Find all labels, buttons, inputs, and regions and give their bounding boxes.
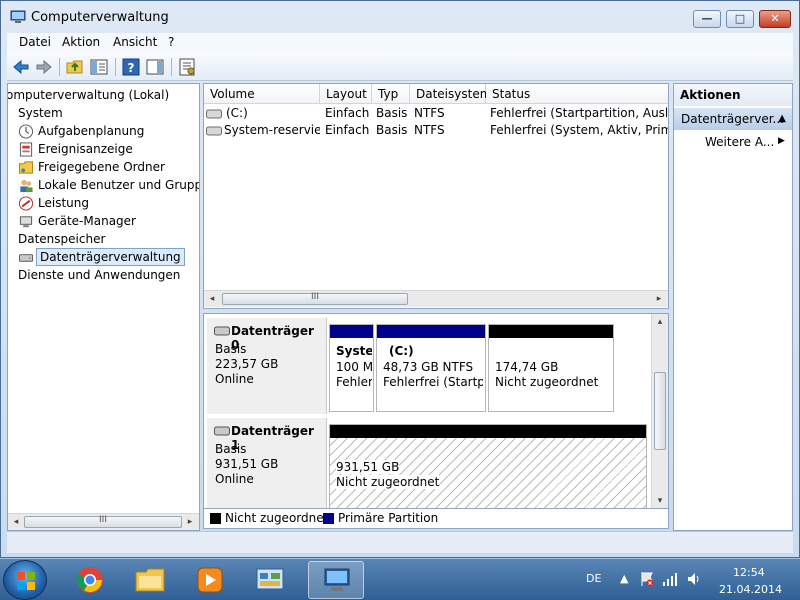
maximize-button[interactable]: □ <box>726 10 754 28</box>
computer-management-icon <box>324 568 350 591</box>
action-pane-icon[interactable] <box>145 57 165 77</box>
media-player-icon <box>197 567 223 593</box>
chrome-icon <box>76 567 103 593</box>
legend-swatch-unallocated <box>210 513 221 524</box>
legend: Nicht zugeordnet Primäre Partition <box>203 509 669 529</box>
navigation-tree[interactable]: omputerverwaltung (Lokal) System Aufgabe… <box>7 83 200 531</box>
volume-list-horizontal-scrollbar[interactable]: ◂ III ▸ <box>204 290 668 307</box>
svg-text:?: ? <box>128 61 135 75</box>
scroll-right-icon[interactable]: ▸ <box>185 517 195 527</box>
status-bar <box>7 531 793 553</box>
up-folder-icon[interactable] <box>65 57 85 77</box>
volume-list[interactable]: Volume Layout Typ Dateisystem Status (C:… <box>203 83 669 309</box>
volume-icon[interactable] <box>686 571 702 587</box>
drive-icon <box>206 109 222 119</box>
language-indicator[interactable]: DE <box>586 572 601 585</box>
column-header-volume[interactable]: Volume <box>204 84 320 104</box>
close-button[interactable]: ✕ <box>759 10 791 28</box>
network-icon[interactable] <box>662 571 678 587</box>
back-arrow-icon[interactable] <box>11 57 31 77</box>
toolbar-separator <box>115 58 116 76</box>
actions-pane: Aktionen Datenträgerver... ▲ Weitere A..… <box>673 83 793 531</box>
clock-date[interactable]: 21.04.2014 <box>719 583 782 596</box>
computer-management-icon <box>10 10 26 23</box>
legend-swatch-primary <box>323 513 334 524</box>
partition-bar <box>330 425 646 438</box>
toolbar-separator <box>59 58 60 76</box>
disk-map-vertical-scrollbar[interactable]: ▴ ▾ <box>651 314 668 508</box>
explorer-icon <box>135 568 165 592</box>
menu-aktion[interactable]: Aktion <box>62 35 100 49</box>
taskbar: DE ▲ 12:54 21.04.2014 <box>0 558 800 600</box>
scroll-left-icon[interactable]: ◂ <box>11 517 21 527</box>
tree-horizontal-scrollbar[interactable]: ◂ III ▸ <box>8 513 199 530</box>
event-viewer-icon <box>19 142 33 157</box>
taskbar-chrome[interactable] <box>62 561 118 599</box>
action-center-flag-icon[interactable] <box>640 571 654 587</box>
forward-arrow-icon[interactable] <box>34 57 54 77</box>
disk-0-label[interactable]: Datenträger 0 Basis 223,57 GB Online <box>207 318 327 414</box>
windows-logo-icon <box>17 572 35 590</box>
partition-unallocated-1[interactable]: 931,51 GB Nicht zugeordnet <box>329 424 647 508</box>
scroll-up-icon[interactable]: ▴ <box>655 317 665 327</box>
minimize-button[interactable]: — <box>693 10 721 28</box>
taskbar-media-player[interactable] <box>182 561 238 599</box>
disk-icon <box>214 326 230 336</box>
performance-icon <box>18 196 34 211</box>
control-panel-icon <box>256 568 284 590</box>
scroll-thumb[interactable]: III <box>24 515 182 528</box>
title-bar[interactable]: Computerverwaltung — □ ✕ <box>1 1 799 33</box>
scroll-thumb[interactable]: III <box>222 292 408 305</box>
partition-system-reserved[interactable]: Syste 100 M Fehler <box>329 324 374 412</box>
close-icon: ✕ <box>770 12 780 25</box>
partition-bar <box>377 325 485 338</box>
start-orb-icon[interactable] <box>3 560 47 600</box>
device-manager-icon <box>19 216 33 228</box>
show-hide-tree-icon[interactable] <box>89 57 109 77</box>
scroll-thumb[interactable] <box>654 372 666 450</box>
partition-bar <box>489 325 613 338</box>
shared-folder-icon <box>18 161 34 174</box>
submenu-arrow-icon: ▶ <box>778 136 785 146</box>
disk-management-icon <box>18 254 34 262</box>
partition-unallocated-0[interactable]: 174,74 GB Nicht zugeordnet <box>488 324 614 412</box>
more-actions-link[interactable]: Weitere A... <box>705 135 774 149</box>
menu-datei[interactable]: Datei <box>19 35 51 49</box>
partition-bar <box>330 325 373 338</box>
scroll-left-icon[interactable]: ◂ <box>207 294 217 304</box>
column-header-typ[interactable]: Typ <box>372 84 410 104</box>
disk-1-label[interactable]: Datenträger 1 Basis 931,51 GB Online <box>207 418 327 508</box>
partition-c[interactable]: (C:) 48,73 GB NTFS Fehlerfrei (Startpar <box>376 324 486 412</box>
column-header-status[interactable]: Status <box>486 84 668 104</box>
clock-icon <box>18 124 34 139</box>
menu-ansicht[interactable]: Ansicht <box>113 35 157 49</box>
disk-map[interactable]: Datenträger 0 Basis 223,57 GB Online Sys… <box>203 313 669 509</box>
taskbar-explorer[interactable] <box>122 561 178 599</box>
window-title: Computerverwaltung <box>31 10 169 25</box>
menu-help[interactable]: ? <box>168 35 174 49</box>
users-icon <box>20 179 33 193</box>
properties-icon[interactable] <box>177 57 197 77</box>
column-header-layout[interactable]: Layout <box>320 84 372 104</box>
menu-bar: Datei Aktion Ansicht ? <box>7 33 793 53</box>
taskbar-control-panel[interactable] <box>242 561 298 599</box>
help-icon[interactable]: ? <box>121 57 141 77</box>
scroll-down-icon[interactable]: ▾ <box>655 496 665 506</box>
computer-management-window: Computerverwaltung — □ ✕ Datei Aktion An… <box>0 0 800 558</box>
show-hidden-icons-icon[interactable]: ▲ <box>620 572 628 585</box>
actions-header: Aktionen <box>674 84 792 106</box>
drive-icon <box>206 126 222 136</box>
taskbar-computer-management[interactable] <box>308 561 364 599</box>
maximize-icon: □ <box>734 12 746 25</box>
clock-time[interactable]: 12:54 <box>733 566 765 579</box>
scroll-right-icon[interactable]: ▸ <box>654 294 664 304</box>
column-header-dateisystem[interactable]: Dateisystem <box>410 84 491 104</box>
toolbar-separator <box>171 58 172 76</box>
disk-icon <box>214 426 230 436</box>
toolbar: ? <box>7 53 793 81</box>
minimize-icon: — <box>701 12 713 25</box>
collapse-up-icon[interactable]: ▲ <box>778 108 786 130</box>
actions-section-datentraeger[interactable]: Datenträgerver... ▲ <box>674 108 792 130</box>
